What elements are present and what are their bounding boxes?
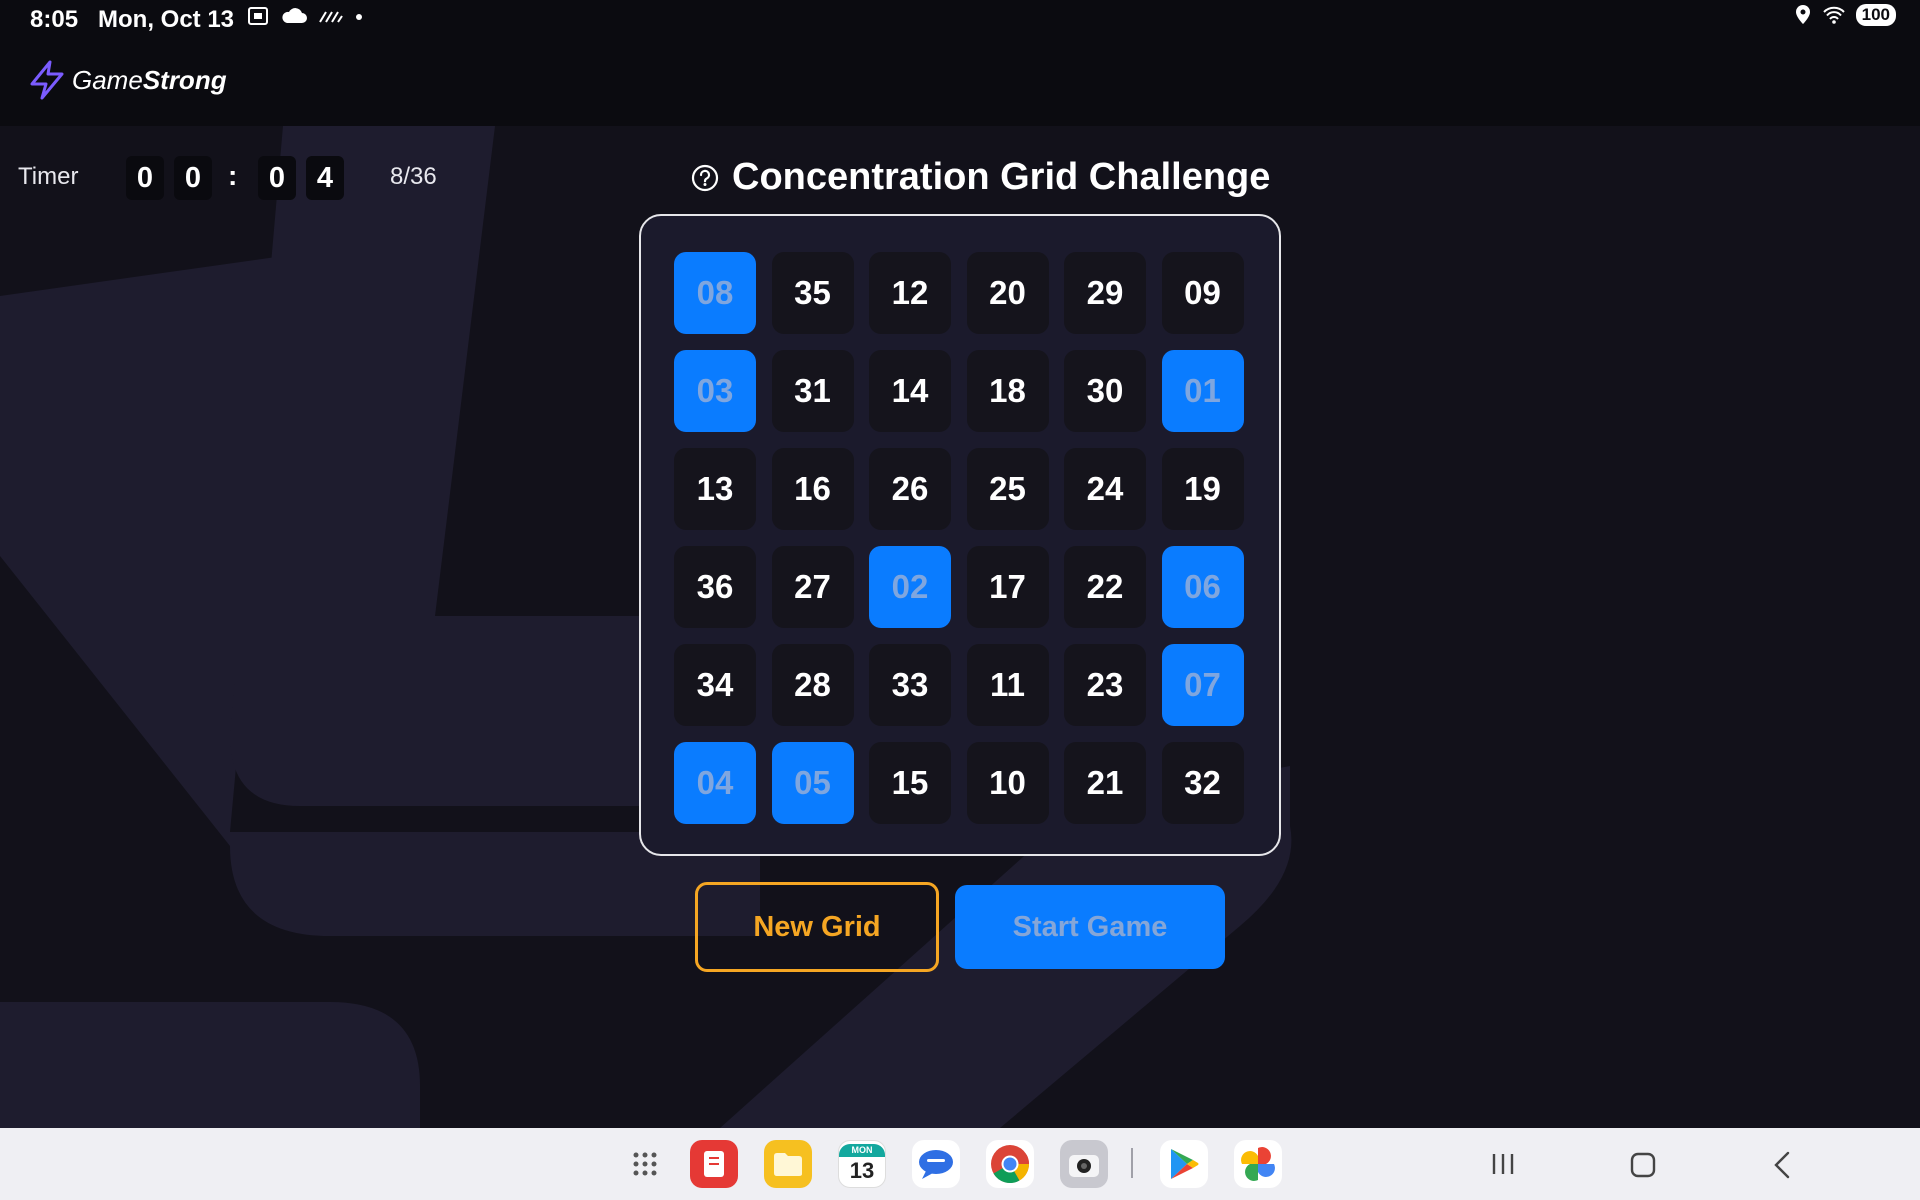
calendar-app-icon[interactable]: MON 13 bbox=[838, 1140, 886, 1188]
app-logo[interactable]: GameStrong bbox=[28, 60, 227, 100]
back-icon[interactable] bbox=[1768, 1150, 1798, 1180]
calendar-day: 13 bbox=[849, 1157, 875, 1183]
app-header: GameStrong bbox=[0, 36, 1920, 126]
signal-icon bbox=[319, 11, 343, 23]
grid-cell-selected[interactable]: 01 bbox=[1161, 350, 1244, 432]
grid-cell-selected[interactable]: 05 bbox=[771, 742, 854, 824]
battery-indicator: 100 bbox=[1855, 4, 1896, 26]
screenshot-icon bbox=[248, 7, 268, 25]
notes-app-icon[interactable] bbox=[690, 1140, 738, 1188]
grid-cell[interactable]: 19 bbox=[1161, 448, 1244, 530]
grid-cell[interactable]: 17 bbox=[966, 546, 1049, 628]
grid-cell[interactable]: 31 bbox=[771, 350, 854, 432]
grid-cell[interactable]: 24 bbox=[1064, 448, 1146, 530]
new-grid-button[interactable]: New Grid bbox=[695, 882, 939, 972]
timer-digit: 0 bbox=[258, 156, 296, 200]
title-wrap: Concentration Grid Challenge bbox=[690, 156, 1270, 199]
page-title: Concentration Grid Challenge bbox=[732, 156, 1271, 198]
logo-text: GameStrong bbox=[72, 64, 227, 95]
grid-cell[interactable]: 15 bbox=[869, 742, 951, 824]
photos-app-icon[interactable] bbox=[1234, 1140, 1282, 1188]
grid-cell-selected[interactable]: 03 bbox=[674, 350, 756, 432]
recent-apps-icon[interactable] bbox=[1488, 1150, 1518, 1178]
cloud-icon bbox=[282, 8, 307, 23]
grid-cell-selected[interactable]: 08 bbox=[674, 252, 756, 334]
grid-cell[interactable]: 21 bbox=[1064, 742, 1146, 824]
grid-cell[interactable]: 32 bbox=[1161, 742, 1244, 824]
wifi-icon bbox=[1822, 6, 1845, 24]
location-icon bbox=[1795, 5, 1810, 24]
grid-cell-selected[interactable]: 06 bbox=[1161, 546, 1244, 628]
status-icons-left bbox=[246, 4, 364, 28]
chrome-app-icon[interactable] bbox=[986, 1140, 1034, 1188]
help-icon[interactable] bbox=[690, 163, 720, 193]
play-store-icon[interactable] bbox=[1160, 1140, 1208, 1188]
timer-digit: 4 bbox=[306, 156, 344, 200]
home-icon[interactable] bbox=[1628, 1150, 1658, 1180]
grid-cell[interactable]: 26 bbox=[869, 448, 951, 530]
timer-label: Timer bbox=[18, 163, 79, 190]
grid-cell[interactable]: 36 bbox=[674, 546, 756, 628]
status-bar: 8:05 Mon, Oct 13 100 bbox=[0, 0, 1920, 36]
grid-cell[interactable]: 34 bbox=[674, 644, 756, 726]
grid-cell-selected[interactable]: 02 bbox=[869, 546, 951, 628]
status-icons-right: 100 bbox=[1794, 4, 1896, 26]
grid-cell-selected[interactable]: 07 bbox=[1161, 644, 1244, 726]
number-grid: 08 35 12 20 29 09 03 31 14 18 30 01 13 16 26 25 24 19 36 27… bbox=[674, 252, 1244, 824]
grid-cell[interactable]: 29 bbox=[1064, 252, 1146, 334]
grid-cell[interactable]: 30 bbox=[1064, 350, 1146, 432]
grid-cell[interactable]: 14 bbox=[869, 350, 951, 432]
grid-cell[interactable]: 12 bbox=[869, 252, 951, 334]
files-app-icon[interactable] bbox=[764, 1140, 812, 1188]
grid-cell[interactable]: 20 bbox=[966, 252, 1049, 334]
grid-cell[interactable]: 13 bbox=[674, 448, 756, 530]
start-game-button[interactable]: Start Game bbox=[955, 885, 1225, 969]
progress-counter: 8/36 bbox=[390, 163, 437, 190]
lightning-logo-icon bbox=[30, 60, 64, 100]
grid-cell[interactable]: 35 bbox=[771, 252, 854, 334]
grid-cell[interactable]: 27 bbox=[771, 546, 854, 628]
timer-digit: 0 bbox=[126, 156, 164, 200]
grid-cell-selected[interactable]: 04 bbox=[674, 742, 756, 824]
grid-cell[interactable]: 23 bbox=[1064, 644, 1146, 726]
messages-app-icon[interactable] bbox=[912, 1140, 960, 1188]
camera-app-icon[interactable] bbox=[1060, 1140, 1108, 1188]
timer-digit: 0 bbox=[174, 156, 212, 200]
grid-cell[interactable]: 28 bbox=[771, 644, 854, 726]
grid-cell[interactable]: 22 bbox=[1064, 546, 1146, 628]
timer-separator: : bbox=[228, 160, 238, 191]
dot-icon bbox=[356, 14, 362, 20]
status-time: 8:05 bbox=[30, 6, 79, 33]
grid-cell[interactable]: 25 bbox=[966, 448, 1049, 530]
calendar-month: MON bbox=[839, 1143, 885, 1157]
grid-cell[interactable]: 33 bbox=[869, 644, 951, 726]
grid-cell[interactable]: 10 bbox=[966, 742, 1049, 824]
app-drawer-icon[interactable] bbox=[621, 1140, 669, 1188]
grid-cell[interactable]: 11 bbox=[966, 644, 1049, 726]
grid-cell[interactable]: 18 bbox=[966, 350, 1049, 432]
grid-cell[interactable]: 16 bbox=[771, 448, 854, 530]
grid-cell[interactable]: 09 bbox=[1161, 252, 1244, 334]
status-date: Mon, Oct 13 bbox=[98, 6, 235, 33]
taskbar-separator bbox=[1131, 1148, 1133, 1178]
navigation-bar: MON 13 bbox=[0, 1128, 1920, 1200]
